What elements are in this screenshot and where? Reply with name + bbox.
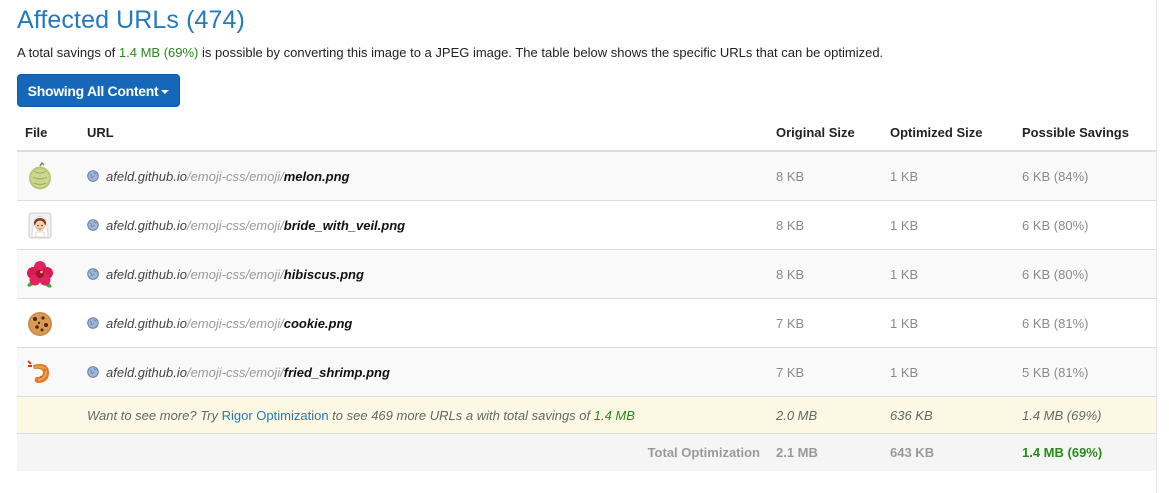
see-more-optimized-cell: 636 KB [890,396,1022,434]
url-link[interactable]: afeld.github.io/emoji-css/emoji/cookie.p… [106,316,352,331]
page-title: Affected URLs (474) [17,6,245,34]
globe-icon [87,169,99,182]
table-row: afeld.github.io/emoji-css/emoji/hibiscus… [17,249,1156,299]
total-savings-cell: 1.4 MB (69%) [1022,433,1156,471]
url-cell: afeld.github.io/emoji-css/emoji/bride_wi… [87,200,776,250]
table-row: afeld.github.io/emoji-css/emoji/melon.pn… [17,150,1156,201]
filter-button-label: Showing All Content [27,82,159,99]
file-cell [17,249,87,299]
possible-savings-cell: 6 KB (80%) [1022,200,1156,250]
globe-icon [87,316,99,329]
url-host: afeld.github.io [106,364,187,380]
possible-savings-cell: 5 KB (81%) [1022,347,1156,397]
url-link[interactable]: afeld.github.io/emoji-css/emoji/bride_wi… [106,218,405,233]
globe-icon [87,218,99,231]
caret-down-icon [161,89,170,94]
url-cell: afeld.github.io/emoji-css/emoji/melon.pn… [87,150,776,201]
original-size-cell: 8 KB [776,150,890,201]
url-host: afeld.github.io [106,217,187,233]
url-path: /emoji-css/emoji/ [186,266,284,282]
summary-suffix: is possible by converting this image to … [198,45,884,60]
total-label: Total Optimization [17,433,776,471]
table-row: afeld.github.io/emoji-css/emoji/fried_sh… [17,347,1156,397]
url-cell: afeld.github.io/emoji-css/emoji/cookie.p… [87,298,776,348]
rigor-optimization-link[interactable]: Rigor Optimization [222,408,329,423]
url-path: /emoji-css/emoji/ [186,315,284,331]
original-size-cell: 8 KB [776,200,890,250]
file-cell [17,347,87,397]
summary-text: A total savings of 1.4 MB (69%) is possi… [17,45,883,60]
original-size-cell: 7 KB [776,298,890,348]
affected-urls-table: File URL Original Size Optimized Size Po… [17,117,1156,471]
total-row: Total Optimization 2.1 MB 643 KB 1.4 MB … [17,433,1156,471]
globe-icon [87,365,99,378]
showing-all-content-button[interactable]: Showing All Content [17,74,180,107]
optimized-size-cell: 1 KB [890,347,1022,397]
summary-prefix: A total savings of [17,45,119,60]
column-header-file[interactable]: File [17,117,87,152]
file-cell [17,298,87,348]
possible-savings-cell: 6 KB (84%) [1022,150,1156,201]
column-header-url[interactable]: URL [87,117,776,152]
table-header-row: File URL Original Size Optimized Size Po… [17,117,1156,152]
optimized-size-cell: 1 KB [890,200,1022,250]
see-more-prefix: Want to see more? Try [87,407,222,423]
url-link[interactable]: afeld.github.io/emoji-css/emoji/melon.pn… [106,169,349,184]
total-optimized-cell: 643 KB [890,433,1022,471]
url-cell: afeld.github.io/emoji-css/emoji/hibiscus… [87,249,776,299]
url-filename: bride_with_veil.png [283,217,406,233]
url-link[interactable]: afeld.github.io/emoji-css/emoji/fried_sh… [106,365,390,380]
optimized-size-cell: 1 KB [890,249,1022,299]
url-host: afeld.github.io [106,266,187,282]
url-filename: fried_shrimp.png [283,364,390,380]
url-cell: afeld.github.io/emoji-css/emoji/fried_sh… [87,347,776,397]
summary-savings: 1.4 MB (69%) [118,45,199,60]
see-more-row: Want to see more? Try Rigor Optimization… [17,396,1156,434]
bride-with-veil-icon [28,212,52,239]
url-link[interactable]: afeld.github.io/emoji-css/emoji/hibiscus… [106,267,364,282]
url-filename: cookie.png [283,315,353,331]
total-original-cell: 2.1 MB [776,433,890,471]
fried-shrimp-icon [27,360,49,383]
right-divider [1156,0,1157,493]
original-size-cell: 7 KB [776,347,890,397]
column-header-optimized-size[interactable]: Optimized Size [890,117,1022,152]
file-cell [17,200,87,250]
melon-icon [29,161,51,190]
url-path: /emoji-css/emoji/ [186,168,284,184]
globe-icon [87,267,99,280]
see-more-text-cell: Want to see more? Try Rigor Optimization… [87,396,776,434]
optimized-size-cell: 1 KB [890,150,1022,201]
see-more-original-cell: 2.0 MB [776,396,890,434]
url-path: /emoji-css/emoji/ [186,217,284,233]
optimized-size-cell: 1 KB [890,298,1022,348]
table-row: afeld.github.io/emoji-css/emoji/bride_wi… [17,200,1156,250]
possible-savings-cell: 6 KB (80%) [1022,249,1156,299]
url-path: /emoji-css/emoji/ [186,364,284,380]
url-filename: hibiscus.png [283,266,364,282]
url-filename: melon.png [283,168,350,184]
file-cell [17,150,87,201]
url-host: afeld.github.io [106,315,187,331]
see-more-middle: to see 469 more URLs a with total saving… [328,407,594,423]
column-header-possible-savings[interactable]: Possible Savings [1022,117,1156,152]
url-host: afeld.github.io [106,168,187,184]
cookie-icon [28,312,52,336]
see-more-savings-cell: 1.4 MB (69%) [1022,396,1156,434]
see-more-empty-cell [17,396,87,434]
see-more-savings: 1.4 MB [593,407,635,423]
hibiscus-icon [27,261,53,288]
original-size-cell: 8 KB [776,249,890,299]
table-row: afeld.github.io/emoji-css/emoji/cookie.p… [17,298,1156,348]
possible-savings-cell: 6 KB (81%) [1022,298,1156,348]
column-header-original-size[interactable]: Original Size [776,117,890,152]
